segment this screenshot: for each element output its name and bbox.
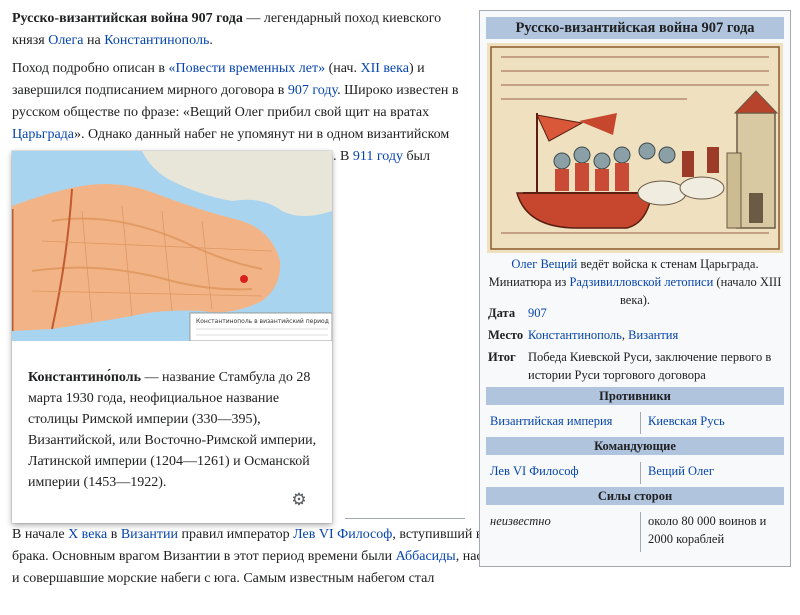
map-illustration: Константинополь в византийский период: [12, 151, 332, 342]
link-constantinople[interactable]: Константинополь: [104, 33, 209, 48]
article-subject: Русско-византийская война 907 года: [12, 11, 243, 26]
section-opponents: Противники: [486, 387, 784, 405]
link-oleg[interactable]: Олега: [48, 33, 83, 48]
link-oleg-veshchiy[interactable]: Олег Вещий: [511, 257, 577, 271]
miniature-illustration: [487, 43, 783, 253]
infobox: Русско-византийская война 907 года Олег …: [479, 10, 791, 567]
link-place-byzantium[interactable]: Византия: [628, 328, 678, 342]
section-forces: Силы сторон: [486, 487, 784, 505]
section-divider: [345, 518, 465, 519]
link-radziwill[interactable]: Радзивилловской летописи: [569, 275, 713, 289]
gear-icon[interactable]: ⚙: [290, 491, 308, 509]
link-leo-vi[interactable]: Лев VI Философ: [293, 527, 392, 542]
link-x-century[interactable]: X века: [68, 527, 107, 542]
opponents-row: Византийская империя Киевская Русь: [486, 412, 784, 434]
popup-extract: Константино́поль — название Стамбула до …: [28, 370, 317, 490]
article-paragraph-2-tail: . В 911 году был: [333, 149, 430, 164]
link-povest[interactable]: «Повести временных лет»: [168, 61, 325, 76]
link-tsargrad[interactable]: Царьграда: [12, 127, 74, 142]
infobox-caption: Олег Вещий ведёт войска к стенам Царьгра…: [488, 257, 782, 307]
popup-title: Константино́поль: [28, 370, 141, 385]
article-lead: Русско-византийская война 907 года — лег…: [12, 11, 442, 48]
section-commanders: Командующие: [486, 437, 784, 455]
link-preview-popup[interactable]: Константинополь в византийский период Ко…: [12, 151, 332, 523]
link-date-907[interactable]: 907: [528, 304, 780, 322]
forces-row: неизвестно около 80 000 воинов и 2000 ко…: [486, 512, 784, 552]
miniature-image[interactable]: [487, 43, 783, 253]
link-leo-vi-commander[interactable]: Лев VI Философ: [490, 462, 630, 480]
constantinople-map[interactable]: Константинополь в византийский период: [12, 151, 332, 342]
link-place-constantinople[interactable]: Константинополь: [528, 328, 622, 342]
link-abbasids[interactable]: Аббасиды: [396, 549, 456, 564]
infobox-title: Русско-византийская война 907 года: [486, 17, 784, 39]
link-byzantium[interactable]: Византии: [121, 527, 178, 542]
link-907[interactable]: 907 году: [288, 83, 337, 98]
link-oleg-commander[interactable]: Вещий Олег: [648, 462, 784, 480]
article-paragraph-2: Поход подробно описан в «Повести временн…: [12, 61, 459, 142]
link-911[interactable]: 911 году: [353, 149, 403, 164]
map-legend-title: Константинополь в византийский период: [196, 318, 329, 325]
link-kievan-rus[interactable]: Киевская Русь: [648, 412, 784, 430]
link-byzantine-empire[interactable]: Византийская империя: [490, 412, 630, 430]
link-xii-century[interactable]: XII века: [360, 61, 408, 76]
commanders-row: Лев VI Философ Вещий Олег: [486, 462, 784, 484]
